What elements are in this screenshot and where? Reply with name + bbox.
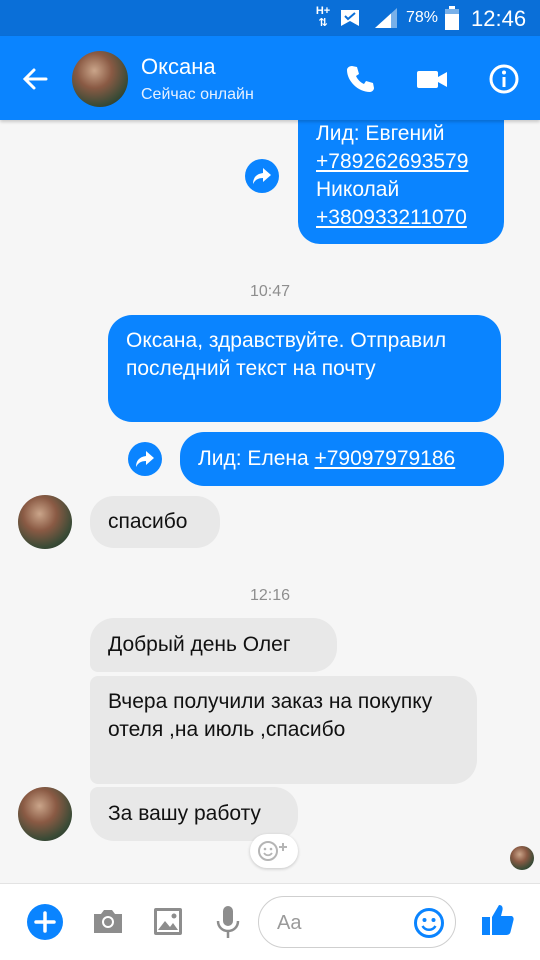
status-bar: H+ ⇅ 78% 12:46 [0,0,540,36]
composer-bar: Aa [0,883,540,960]
message-input[interactable]: Aa [258,896,456,948]
battery-percent: 78% [406,9,439,26]
messenger-notification-icon [341,10,359,26]
contact-avatar[interactable] [72,51,128,107]
timestamp: 10:47 [249,283,291,300]
contact-name[interactable]: Оксана [141,54,216,80]
message-bubble-outgoing[interactable]: Лид: Елена +79097979186 [180,432,504,486]
message-bubble-incoming[interactable]: спасибо [90,496,220,548]
network-indicator: H+ ⇅ [315,5,331,29]
chat-header: Оксана Сейчас онлайн [0,36,540,120]
plus-icon [34,911,56,933]
contact-status: Сейчас онлайн [141,86,254,103]
forward-icon [136,451,154,467]
message-input-placeholder: Aa [277,912,302,934]
timestamp: 12:16 [249,587,291,604]
video-camera-icon[interactable] [415,62,449,96]
emoji-icon[interactable] [413,907,445,939]
message-bubble-incoming[interactable]: Добрый день Олег [90,618,337,672]
message-bubble-outgoing[interactable]: Лид: Евгений +789262693579 Николай +3809… [298,110,504,244]
message-bubble-incoming[interactable]: За вашу работу [90,787,298,841]
back-arrow-icon[interactable] [18,62,52,96]
microphone-icon[interactable] [215,904,241,940]
phone-icon[interactable] [343,62,377,96]
camera-icon[interactable] [91,904,125,938]
phone-link[interactable]: +380933211070 [316,204,486,232]
add-reaction-button[interactable] [250,834,298,868]
contact-avatar[interactable] [18,495,72,549]
forward-button[interactable] [245,159,279,193]
forward-button[interactable] [128,442,162,476]
read-receipt-avatar [510,846,534,870]
like-icon[interactable] [480,902,516,938]
message-bubble-outgoing[interactable]: Оксана, здравствуйте. Отправил последний… [108,315,501,422]
status-clock: 12:46 [471,6,527,31]
phone-link[interactable]: +789262693579 [316,148,486,176]
gallery-icon[interactable] [152,904,184,938]
plus-button[interactable] [27,904,63,940]
data-arrows-icon: ⇅ [318,17,328,29]
forward-icon [253,168,271,184]
add-reaction-icon [258,841,287,861]
phone-link[interactable]: +79097979186 [314,447,455,470]
signal-icon [375,8,397,28]
contact-avatar[interactable] [18,787,72,841]
message-bubble-incoming[interactable]: Вчера получили заказ на покупку отеля ,н… [90,676,477,784]
info-icon[interactable] [487,62,521,96]
battery-icon [445,6,459,30]
